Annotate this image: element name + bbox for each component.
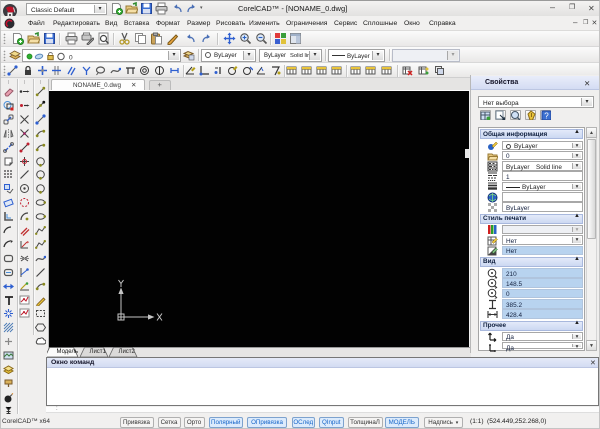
svg-text:?: ? [544,111,549,120]
svg-text:0: 0 [69,54,73,61]
